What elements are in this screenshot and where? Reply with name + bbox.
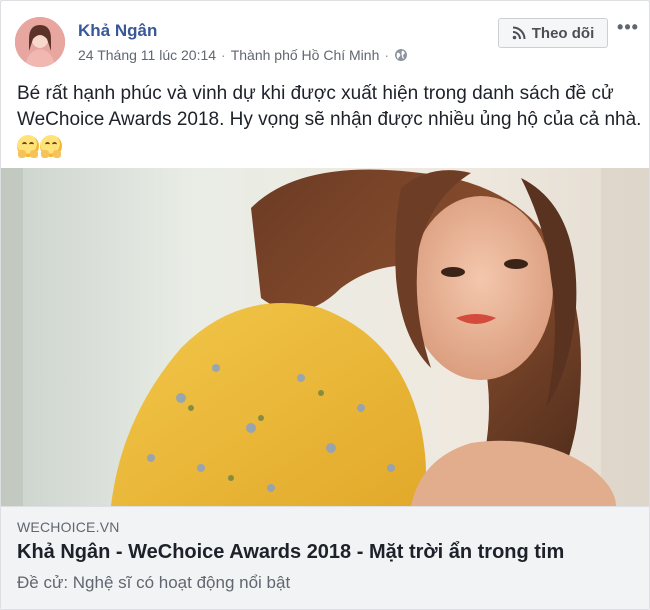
post-text-line: Bé rất hạnh phúc và vinh dự khi được xuấ… — [17, 83, 614, 104]
meta-separator: · — [384, 47, 390, 63]
globe-icon[interactable] — [394, 48, 408, 62]
link-preview-image[interactable] — [1, 168, 649, 506]
more-options-button[interactable]: ••• — [613, 15, 643, 39]
post-text: Bé rất hạnh phúc và vinh dự khi được xuấ… — [17, 81, 642, 158]
emoji-row — [17, 135, 642, 158]
feed-post: Khả Ngân 24 Tháng 11 lúc 20:14 · Thành p… — [0, 0, 650, 610]
post-location[interactable]: Thành phố Hồ Chí Minh — [231, 47, 380, 63]
hugging-face-emoji — [17, 135, 39, 158]
author-name[interactable]: Khả Ngân — [78, 21, 157, 41]
post-text-line: WeChoice Awards 2018. Hy vọng sẽ nhận đư… — [17, 109, 642, 130]
rss-icon — [512, 26, 526, 40]
follow-button[interactable]: Theo dõi — [498, 18, 608, 48]
post-meta: 24 Tháng 11 lúc 20:14 · Thành phố Hồ Chí… — [78, 47, 408, 63]
post-timestamp[interactable]: 24 Tháng 11 lúc 20:14 — [78, 47, 216, 63]
meta-separator: · — [221, 47, 226, 63]
author-avatar[interactable] — [15, 17, 65, 67]
link-description: Đề cử: Nghệ sĩ có hoạt động nổi bật — [17, 573, 291, 592]
follow-label: Theo dõi — [531, 24, 595, 42]
link-title[interactable]: Khả Ngân - WeChoice Awards 2018 - Mặt tr… — [17, 541, 633, 564]
link-domain: WECHOICE.VN — [17, 519, 120, 535]
hugging-face-emoji — [40, 135, 62, 158]
link-preview[interactable]: WECHOICE.VN Khả Ngân - WeChoice Awards 2… — [1, 506, 649, 609]
